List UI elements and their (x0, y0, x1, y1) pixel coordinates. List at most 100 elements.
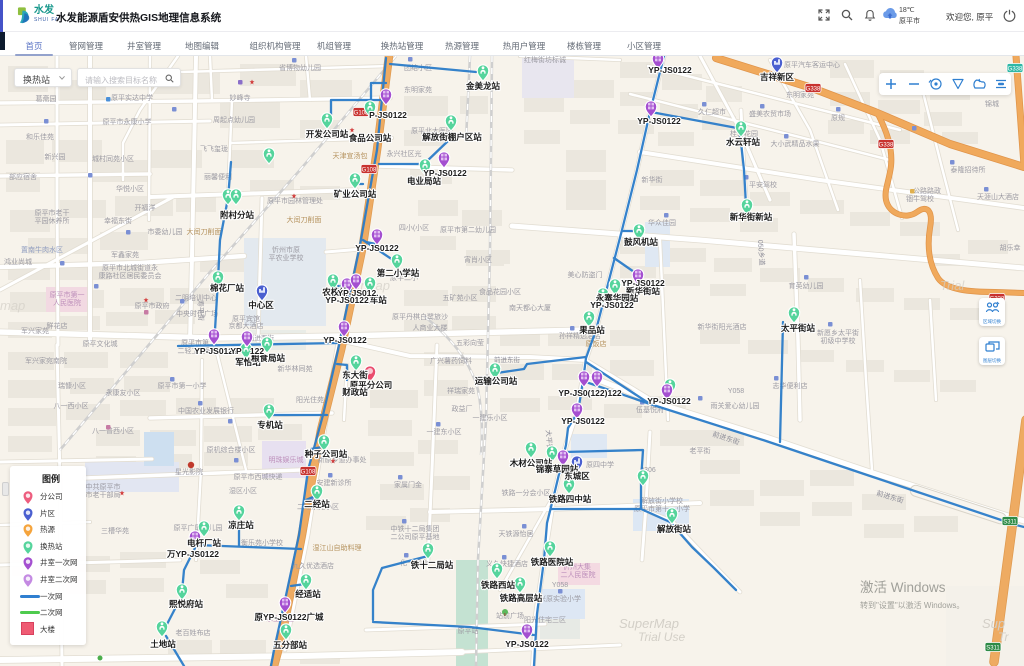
svg-text:市委幼儿园: 市委幼儿园 (148, 227, 183, 236)
svg-text:九久优选酒店: 九久优选酒店 (292, 561, 334, 570)
svg-text:YP-JS0122: YP-JS0122 (648, 65, 692, 75)
svg-text:东城区: 东城区 (564, 471, 590, 481)
svg-text:家属门金: 家属门金 (394, 480, 422, 489)
svg-text:瑞慷小区: 瑞慷小区 (58, 381, 86, 390)
svg-text:太平街站: 太平街站 (780, 323, 816, 333)
svg-text:大小武精品水果: 大小武精品水果 (771, 139, 820, 148)
svg-text:老平街: 老平街 (690, 446, 711, 455)
svg-text:前进东街: 前进东街 (494, 355, 521, 364)
svg-text:一建东小区: 一建东小区 (427, 427, 462, 436)
svg-text:五彩向莹: 五彩向莹 (456, 338, 484, 347)
svg-text:公路路政: 公路路政 (913, 186, 941, 195)
svg-text:妙峰寺: 妙峰寺 (230, 93, 251, 102)
svg-text:原平市政府: 原平市政府 (135, 301, 170, 310)
svg-text:部应宿舍: 部应宿舍 (9, 172, 37, 181)
svg-text:原平市第二幼儿园: 原平市第二幼儿园 (440, 225, 496, 234)
svg-text:原平市永康小学: 原平市永康小学 (103, 117, 152, 126)
svg-text:五矿苑小区: 五矿苑小区 (443, 293, 478, 302)
svg-text:育英幼儿园: 育英幼儿园 (789, 281, 824, 290)
svg-text:Sup: Sup (982, 616, 1005, 631)
svg-text:康路社区居民委员会: 康路社区居民委员会 (99, 271, 162, 280)
svg-text:铁十二局站: 铁十二局站 (411, 560, 454, 570)
svg-text:铁路医院站: 铁路医院站 (531, 557, 574, 567)
svg-text:G108: G108 (301, 470, 316, 476)
svg-text:运输公司站: 运输公司站 (475, 376, 518, 386)
svg-text:原规: 原规 (831, 113, 845, 122)
svg-text:原饭店: 原饭店 (586, 339, 607, 348)
svg-text:YP-JS0122: YP-JS0122 (355, 243, 399, 253)
svg-text:省博物幼儿园: 省博物幼儿园 (279, 63, 321, 72)
svg-text:Trial Use: Trial Use (638, 630, 685, 644)
svg-text:军兴家宛南院: 军兴家宛南院 (25, 356, 67, 365)
svg-text:铁路四中站: 铁路四中站 (549, 494, 592, 504)
svg-text:YP-JS0(122)122: YP-JS0(122)122 (558, 388, 622, 398)
svg-text:金美龙站: 金美龙站 (465, 81, 501, 91)
svg-text:八一西小区: 八一西小区 (54, 401, 89, 410)
svg-text:原平市老干: 原平市老干 (35, 208, 70, 217)
svg-text:新愿乡太平街: 新愿乡太平街 (817, 328, 859, 337)
svg-text:原机综合楼小区: 原机综合楼小区 (207, 445, 256, 454)
svg-text:原平文化城: 原平文化城 (83, 339, 118, 348)
svg-text:军鑫家苑: 军鑫家苑 (111, 250, 139, 259)
svg-text:YP-JS0122: YP-JS0122 (590, 300, 634, 310)
svg-text:Y058: Y058 (728, 388, 744, 395)
svg-text:解放街站: 解放街站 (657, 524, 692, 534)
svg-text:SuperMap: SuperMap (619, 616, 679, 631)
svg-text:广兴薯药饲料: 广兴薯药饲料 (430, 356, 472, 365)
svg-text:解放街小学校: 解放街小学校 (641, 496, 683, 505)
svg-text:S311: S311 (986, 646, 1000, 652)
svg-text:食品公司站: 食品公司站 (349, 133, 392, 143)
svg-text:盛美农贸市场: 盛美农贸市场 (749, 109, 791, 118)
svg-text:YP-JS0122: YP-JS0122 (323, 335, 367, 345)
svg-text:P-JS0122: P-JS0122 (369, 110, 407, 120)
svg-text:原平市西城快递: 原平市西城快递 (234, 472, 283, 481)
svg-text:YP-JS0122: YP-JS0122 (621, 278, 665, 288)
svg-text:原四中学: 原四中学 (586, 460, 614, 469)
svg-text:安建新诊所: 安建新诊所 (317, 478, 352, 487)
svg-text:原平汽车客运中心: 原平汽车客运中心 (784, 60, 840, 69)
svg-text:YP-JS0122: YP-JS0122 (637, 116, 681, 126)
svg-text:东明家苑: 东明家苑 (404, 85, 432, 94)
svg-text:人商业大楼: 人商业大楼 (413, 323, 448, 332)
svg-text:祥瑞家苑: 祥瑞家苑 (447, 386, 475, 395)
svg-text:YP-JS0122: YP-JS0122 (647, 396, 691, 406)
svg-text:站前广场: 站前广场 (496, 611, 524, 620)
svg-text:大闰刀削面: 大闰刀削面 (287, 215, 322, 224)
svg-text:Trial: Trial (940, 278, 965, 293)
svg-text:初级中学校: 初级中学校 (821, 336, 856, 345)
svg-text:中共原平市: 中共原平市 (86, 482, 121, 491)
svg-text:YP-JS0122: YP-JS0122 (505, 639, 549, 649)
svg-text:果品站: 果品站 (578, 325, 605, 335)
svg-text:原平丹棋白鹭旅沙: 原平丹棋白鹭旅沙 (392, 312, 448, 321)
svg-text:新华林同苑: 新华林同苑 (278, 364, 313, 373)
svg-text:人民医院: 人民医院 (53, 298, 81, 307)
svg-text:置南牛肉水区: 置南牛肉水区 (21, 245, 63, 254)
svg-text:新华街: 新华街 (642, 175, 663, 184)
svg-text:忻州市原: 忻州市原 (272, 245, 300, 254)
svg-text:鼓风机站: 鼓风机站 (624, 237, 659, 247)
svg-text:开发公司站: 开发公司站 (306, 129, 349, 139)
svg-text:幸福东街: 幸福东街 (104, 216, 132, 225)
svg-text:锢牛驾校: 锢牛驾校 (906, 194, 934, 203)
svg-text:YP: YP (230, 346, 242, 356)
svg-text:土地站: 土地站 (150, 639, 176, 649)
svg-text:永兴社区光: 永兴社区光 (387, 149, 422, 158)
svg-text:G338: G338 (806, 87, 821, 93)
svg-text:G108: G108 (362, 168, 377, 174)
svg-text:电杆厂站: 电杆厂站 (187, 538, 222, 548)
svg-text:东大街: 东大街 (342, 370, 368, 380)
svg-text:食品花园小区: 食品花园小区 (479, 287, 521, 296)
svg-text:华众佳园: 华众佳园 (648, 218, 676, 227)
svg-text:中国农业发展银行: 中国农业发展银行 (178, 406, 234, 415)
svg-text:和乐佳苑: 和乐佳苑 (26, 132, 54, 141)
svg-text:中铁十二局集团: 中铁十二局集团 (391, 524, 440, 533)
svg-text:矿业公司站: 矿业公司站 (334, 189, 377, 199)
svg-text:棉花厂站: 棉花厂站 (210, 283, 245, 293)
svg-text:飞飞玺珑: 飞飞玺珑 (200, 144, 228, 153)
svg-text:明珠娱乐城: 明珠娱乐城 (269, 455, 304, 464)
svg-text:Y058: Y058 (552, 582, 568, 589)
svg-text:原平实达中学: 原平实达中学 (111, 93, 153, 102)
svg-text:解放街棚户区站: 解放街棚户区站 (422, 132, 482, 142)
svg-text:京都大酒店: 京都大酒店 (229, 321, 264, 330)
svg-text:二公司原平基地: 二公司原平基地 (391, 532, 440, 541)
